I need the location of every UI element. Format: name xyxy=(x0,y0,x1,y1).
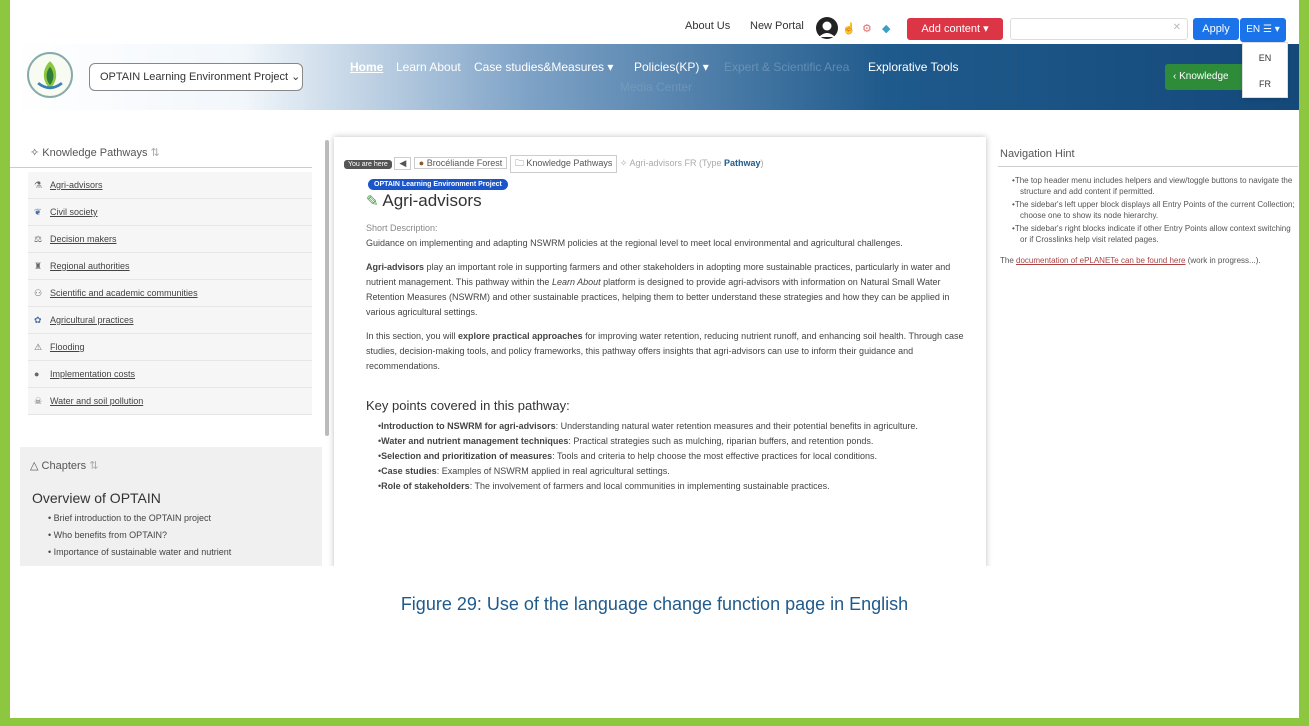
list-item: Introduction to NSWRM for agri-advisors:… xyxy=(378,419,972,434)
project-badge[interactable]: OPTAIN Learning Environment Project xyxy=(368,179,508,190)
nav-home[interactable]: Home xyxy=(350,60,383,74)
you-are-here-badge: You are here xyxy=(344,160,392,169)
chapter-item[interactable]: • Who benefits from OPTAIN? xyxy=(20,523,322,540)
knowledge-button[interactable]: ‹ Knowledge xyxy=(1165,64,1249,90)
documentation-link[interactable]: documentation of ePLANETe can be found h… xyxy=(1016,256,1185,265)
chapter-item[interactable]: • Importance of sustainable water and nu… xyxy=(20,540,322,557)
sort-icon[interactable]: ⇅ xyxy=(151,147,160,159)
bird-icon: ❦ xyxy=(34,207,42,217)
coins-icon: ● xyxy=(34,369,40,379)
edit-icon[interactable]: ✎ xyxy=(366,193,379,210)
chapter-item[interactable]: • Brief introduction to the OPTAIN proje… xyxy=(20,506,322,523)
chapter-title[interactable]: Overview of OPTAIN xyxy=(20,472,322,506)
sidebar-item-scientific[interactable]: ⚇ Scientific and academic communities xyxy=(28,280,312,307)
sidebar-item-water-soil-pollution[interactable]: ☠ Water and soil pollution xyxy=(28,388,312,415)
nav-policies[interactable]: Policies(KP) ▾ xyxy=(634,60,709,74)
list-item: The sidebar's right blocks indicate if o… xyxy=(1012,223,1298,245)
figure-border-left xyxy=(0,0,10,726)
sidebar-item-implementation-costs[interactable]: ● Implementation costs xyxy=(28,361,312,388)
chapters-panel: △ Chapters ⇅ Overview of OPTAIN • Brief … xyxy=(20,447,322,566)
list-item: Case studies: Examples of NSWRM applied … xyxy=(378,464,972,479)
sidebar-item-regional-authorities[interactable]: ♜ Regional authorities xyxy=(28,253,312,280)
back-button[interactable]: ◀ xyxy=(394,157,412,170)
project-select[interactable]: OPTAIN Learning Environment Project ⌄ xyxy=(89,63,303,91)
breadcrumb: You are here ◀ ● Brocéliande Forest 🗀 Kn… xyxy=(344,155,764,173)
nav-media-center[interactable]: Media Center xyxy=(620,80,692,94)
clear-icon[interactable]: ✕ xyxy=(1173,22,1181,33)
top-helper-bar: About Us New Portal ☝ ⚙ ◆ Add content ▾ … xyxy=(10,10,1299,44)
approach-paragraph: In this section, you will explore practi… xyxy=(366,331,964,371)
breadcrumb-current: ✧ Agri-advisors FR (Type xyxy=(619,158,722,168)
list-item: The top header menu includes helpers and… xyxy=(1012,175,1298,197)
breadcrumb-pathways[interactable]: 🗀 Knowledge Pathways xyxy=(509,155,618,173)
like-icon[interactable]: ☝ xyxy=(842,22,856,35)
chapter-icon: △ xyxy=(30,460,39,472)
page-title: ✎ Agri-advisors xyxy=(366,191,482,210)
lang-option-en[interactable]: EN xyxy=(1243,47,1287,69)
nav-expert-area[interactable]: Expert & Scientific Area xyxy=(724,60,849,74)
sidebar-item-flooding[interactable]: ⚠ Flooding xyxy=(28,334,312,361)
screenshot: About Us New Portal ☝ ⚙ ◆ Add content ▾ … xyxy=(10,0,1299,566)
nav-case-studies[interactable]: Case studies&Measures ▾ xyxy=(474,60,613,74)
sidebar-scrollbar[interactable] xyxy=(325,140,329,436)
user-avatar-icon[interactable] xyxy=(816,17,838,39)
key-points-list: Introduction to NSWRM for agri-advisors:… xyxy=(366,419,972,494)
settings-icon[interactable]: ⚙ xyxy=(862,22,872,35)
sidebar-item-civil-society[interactable]: ❦ Civil society xyxy=(28,199,312,226)
breadcrumb-type: Pathway xyxy=(724,158,761,168)
intro-paragraph: Agri-advisors play an important role in … xyxy=(366,262,951,317)
building-icon: ♜ xyxy=(34,261,43,271)
list-item: Role of stakeholders: The involvement of… xyxy=(378,479,972,494)
documentation-note: The documentation of ePLANETe can be fou… xyxy=(1000,256,1261,265)
sidebar-item-agricultural-practices[interactable]: ✿ Agricultural practices xyxy=(28,307,312,334)
new-portal-link[interactable]: New Portal xyxy=(750,20,804,32)
list-item: Selection and prioritization of measures… xyxy=(378,449,972,464)
list-item: The sidebar's left upper block displays … xyxy=(1012,199,1298,221)
pathway-icon: ✧ xyxy=(30,147,40,159)
breadcrumb-forest[interactable]: ● Brocéliande Forest xyxy=(413,157,508,169)
lang-option-fr[interactable]: FR xyxy=(1243,73,1287,95)
pollution-icon: ☠ xyxy=(34,396,43,406)
logo-icon[interactable] xyxy=(27,52,73,98)
sidebar-item-agri-advisors[interactable]: ⚗ Agri-advisors xyxy=(28,172,312,199)
short-description-label: Short Description: xyxy=(366,223,438,233)
list-item: Water and nutrient management techniques… xyxy=(378,434,972,449)
language-button[interactable]: EN ☰ ▾ xyxy=(1240,18,1286,42)
figure-border-bottom xyxy=(0,718,1309,726)
key-points-heading: Key points covered in this pathway: xyxy=(366,398,570,413)
main-navbar: OPTAIN Learning Environment Project ⌄ Ho… xyxy=(10,44,1299,110)
about-link[interactable]: About Us xyxy=(685,20,730,32)
content-card: You are here ◀ ● Brocéliande Forest 🗀 Kn… xyxy=(334,137,986,566)
language-dropdown: EN FR xyxy=(1242,42,1288,98)
advisor-icon: ⚗ xyxy=(34,180,43,190)
add-content-button[interactable]: Add content ▾ xyxy=(907,18,1003,40)
knowledge-pathways-sidebar: ✧ Knowledge Pathways ⇅ ⚗ Agri-advisors ❦ C… xyxy=(10,140,322,415)
search-input[interactable]: ✕ xyxy=(1010,18,1188,40)
bookmark-icon[interactable]: ◆ xyxy=(882,22,890,35)
folder-icon: 🗀 xyxy=(514,158,524,168)
short-description: Guidance on implementing and adapting NS… xyxy=(366,238,903,248)
page-body: Short Description: Guidance on implement… xyxy=(366,221,972,494)
navigation-hint-panel: Navigation Hint The top header menu incl… xyxy=(998,140,1298,275)
apply-button[interactable]: Apply xyxy=(1193,18,1239,40)
forest-icon: ● xyxy=(418,158,425,168)
nav-explorative-tools[interactable]: Explorative Tools xyxy=(868,60,959,74)
flood-icon: ⚠ xyxy=(34,342,43,352)
chapters-header: △ Chapters ⇅ xyxy=(30,460,99,472)
figure-caption: Figure 29: Use of the language change fu… xyxy=(400,594,909,614)
hint-title: Navigation Hint xyxy=(998,140,1298,167)
leaf-icon: ✿ xyxy=(34,315,42,325)
nav-learn-about[interactable]: Learn About xyxy=(396,60,461,74)
figure-border-right xyxy=(1299,0,1309,726)
sidebar-header: ✧ Knowledge Pathways ⇅ xyxy=(10,140,312,168)
sidebar-item-decision-makers[interactable]: ⚖ Decision makers xyxy=(28,226,312,253)
scale-icon: ⚖ xyxy=(34,234,43,244)
people-icon: ⚇ xyxy=(34,288,43,298)
sort-icon[interactable]: ⇅ xyxy=(89,460,98,472)
